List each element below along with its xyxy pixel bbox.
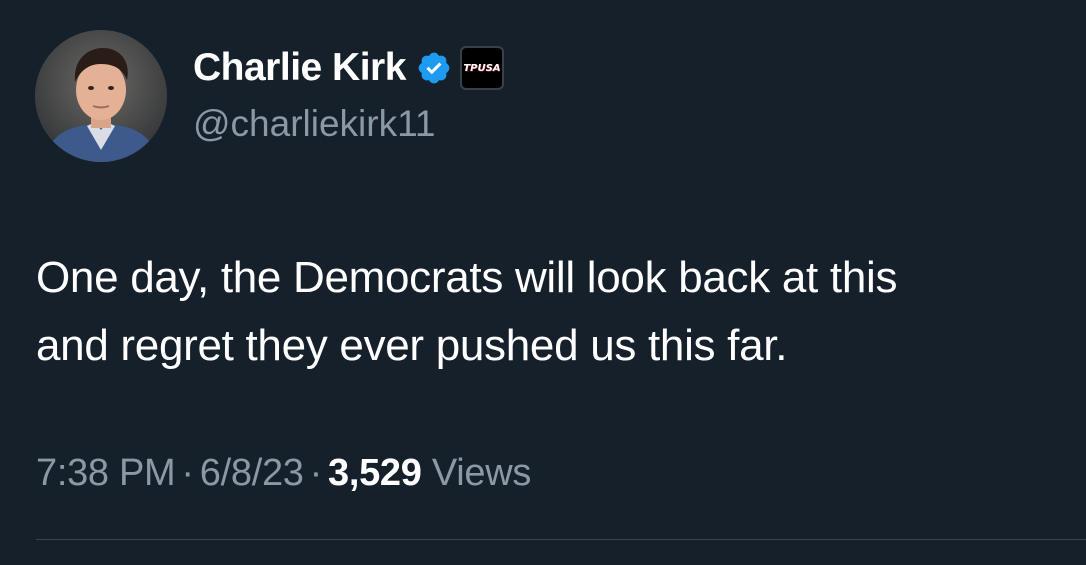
- tweet-date[interactable]: 6/8/23: [200, 452, 304, 494]
- divider: [36, 539, 1086, 540]
- meta-separator: ·: [309, 452, 323, 494]
- views-label: Views: [431, 452, 532, 494]
- tweet-card: Charlie Kirk TPUSA @charliekirk11 One da…: [0, 0, 1086, 565]
- tweet-time[interactable]: 7:38 PM: [36, 452, 176, 494]
- author-name-row: Charlie Kirk TPUSA: [193, 44, 504, 92]
- author-handle[interactable]: @charliekirk11: [193, 103, 436, 145]
- tweet-text-line: One day, the Democrats will look back at…: [36, 253, 898, 302]
- avatar[interactable]: [35, 30, 167, 162]
- views-count[interactable]: 3,529: [328, 452, 422, 494]
- affiliate-badge-label: TPUSA: [463, 62, 501, 74]
- verified-badge-icon: [418, 52, 450, 84]
- author-display-name[interactable]: Charlie Kirk: [193, 46, 406, 90]
- tweet-metadata: 7:38 PM · 6/8/23 · 3,529 Views: [36, 452, 531, 495]
- tweet-text-line: and regret they ever pushed us this far.: [36, 321, 788, 370]
- meta-separator: ·: [181, 452, 194, 494]
- affiliate-badge[interactable]: TPUSA: [459, 46, 504, 90]
- tweet-text: One day, the Democrats will look back at…: [36, 244, 1076, 380]
- avatar-portrait-icon: [35, 30, 167, 162]
